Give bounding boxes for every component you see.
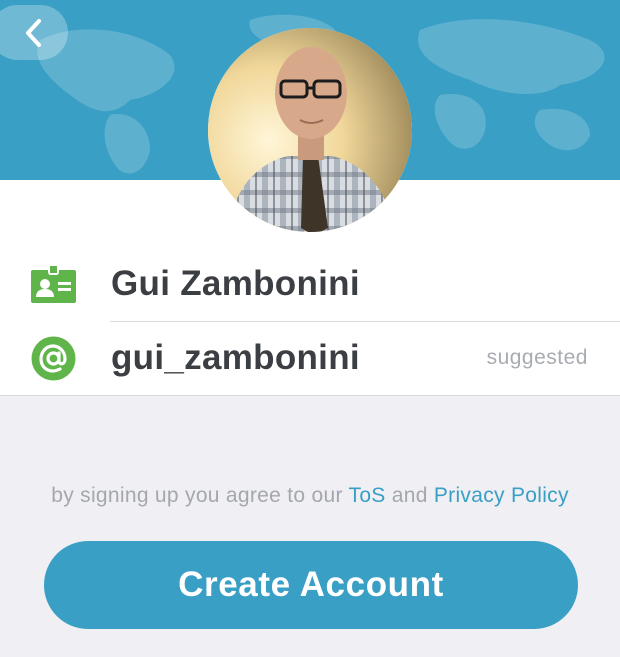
full-name-field[interactable]: [111, 264, 461, 304]
username-row[interactable]: suggested: [0, 322, 620, 394]
id-badge-icon: [31, 262, 76, 307]
name-row[interactable]: [0, 248, 620, 320]
privacy-policy-link[interactable]: Privacy Policy: [434, 484, 569, 507]
at-sign-icon: [31, 336, 76, 381]
back-button[interactable]: [0, 5, 68, 60]
chevron-left-icon: [26, 18, 41, 47]
tos-link[interactable]: ToS: [349, 484, 386, 507]
profile-photo: [208, 28, 412, 232]
username-field[interactable]: [111, 338, 461, 378]
signup-screen: suggested by signing up you agree to our…: [0, 0, 620, 657]
create-account-button[interactable]: Create Account: [44, 541, 578, 629]
avatar[interactable]: [208, 28, 412, 232]
terms-joiner: and: [391, 484, 428, 507]
terms-notice: by signing up you agree to our ToS and P…: [0, 484, 620, 508]
terms-prefix: by signing up you agree to our: [51, 484, 343, 507]
suggested-hint: suggested: [486, 346, 588, 369]
